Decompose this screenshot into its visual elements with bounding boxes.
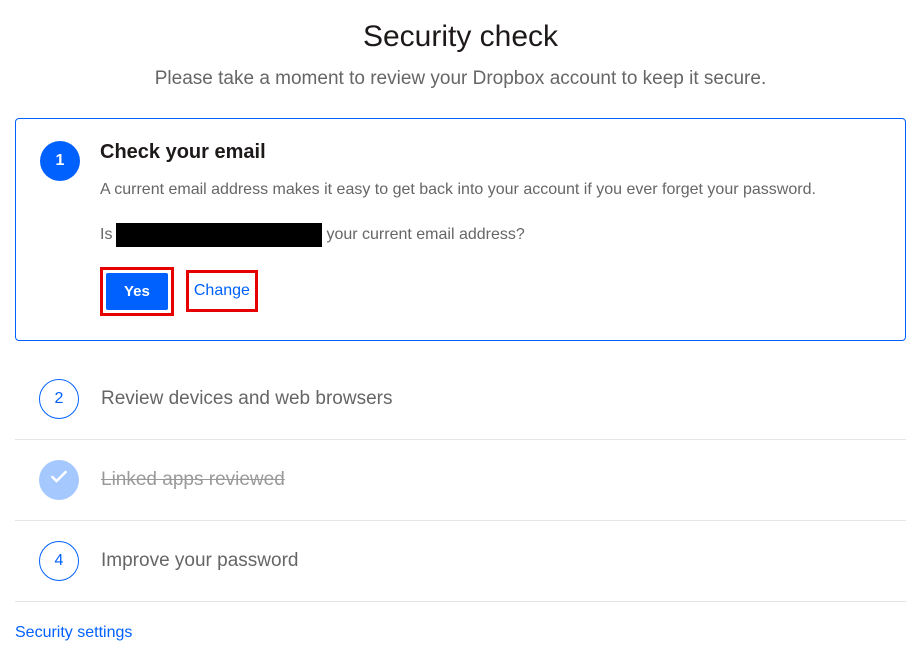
step-2-label: Review devices and web browsers (101, 388, 392, 410)
step-2-row[interactable]: 2 Review devices and web browsers (15, 359, 906, 440)
step-4-row[interactable]: 4 Improve your password (15, 521, 906, 602)
page-title: Security check (15, 20, 906, 54)
step-4-badge: 4 (39, 541, 79, 581)
security-settings-link[interactable]: Security settings (15, 624, 132, 642)
yes-button[interactable]: Yes (106, 273, 168, 310)
step-1-body: Check your email A current email address… (100, 141, 881, 316)
step-1-card: 1 Check your email A current email addre… (15, 118, 906, 341)
checkmark-icon (49, 467, 69, 492)
step-1-description: A current email address makes it easy to… (100, 178, 881, 203)
step-3-label: Linked apps reviewed (101, 469, 285, 491)
change-button[interactable]: Change (192, 276, 252, 306)
step-4-label: Improve your password (101, 550, 298, 572)
step-2-badge: 2 (39, 379, 79, 419)
step-3-badge-done (39, 460, 79, 500)
redacted-email (116, 223, 322, 247)
page-subtitle: Please take a moment to review your Drop… (15, 68, 906, 90)
step-1-badge: 1 (40, 141, 80, 181)
highlight-yes: Yes (100, 267, 174, 316)
step-1-title: Check your email (100, 141, 881, 164)
email-prompt: Is your current email address? (100, 223, 881, 247)
step-1-actions: Yes Change (100, 267, 881, 316)
email-prompt-prefix: Is (100, 226, 112, 244)
email-prompt-suffix: your current email address? (326, 226, 524, 244)
highlight-change: Change (186, 270, 258, 312)
step-3-row[interactable]: Linked apps reviewed (15, 440, 906, 521)
